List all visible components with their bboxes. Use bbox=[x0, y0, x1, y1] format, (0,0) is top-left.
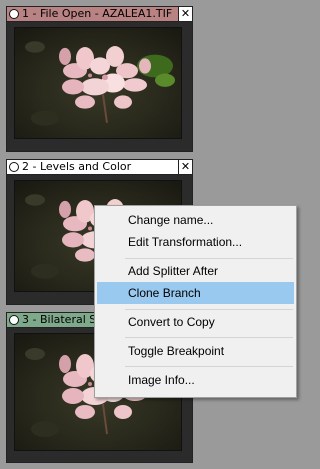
pipeline-canvas: { "nodes": [ {"title": "1 - File Open - … bbox=[0, 0, 305, 469]
menu-item-convert-to-copy[interactable]: Convert to Copy bbox=[97, 311, 294, 333]
menu-item-edit-transformation[interactable]: Edit Transformation... bbox=[97, 231, 294, 253]
node-preview bbox=[6, 22, 193, 152]
menu-separator bbox=[125, 337, 293, 338]
close-icon[interactable]: ✕ bbox=[178, 160, 192, 174]
node-file-open[interactable]: 1 - File Open - AZALEA1.TIF ✕ bbox=[6, 6, 193, 152]
node-select-radio[interactable] bbox=[9, 162, 19, 172]
menu-item-toggle-breakpoint[interactable]: Toggle Breakpoint bbox=[97, 340, 294, 362]
close-icon[interactable]: ✕ bbox=[178, 7, 192, 21]
menu-separator bbox=[125, 309, 293, 310]
node-title: 1 - File Open - AZALEA1.TIF bbox=[22, 7, 173, 20]
image-thumbnail[interactable] bbox=[14, 27, 182, 139]
menu-item-image-info[interactable]: Image Info... bbox=[97, 369, 294, 391]
node-select-radio[interactable] bbox=[9, 9, 19, 19]
menu-separator bbox=[125, 366, 293, 367]
context-menu: Change name... Edit Transformation... Ad… bbox=[94, 205, 297, 398]
node-title: 2 - Levels and Color bbox=[22, 160, 132, 173]
node-title-bar[interactable]: 1 - File Open - AZALEA1.TIF ✕ bbox=[6, 6, 193, 22]
node-select-radio[interactable] bbox=[9, 315, 19, 325]
menu-separator bbox=[125, 258, 293, 259]
menu-item-clone-branch[interactable]: Clone Branch bbox=[97, 282, 294, 304]
node-title-bar[interactable]: 2 - Levels and Color ✕ bbox=[6, 159, 193, 175]
menu-item-change-name[interactable]: Change name... bbox=[97, 209, 294, 231]
menu-item-add-splitter-after[interactable]: Add Splitter After bbox=[97, 260, 294, 282]
